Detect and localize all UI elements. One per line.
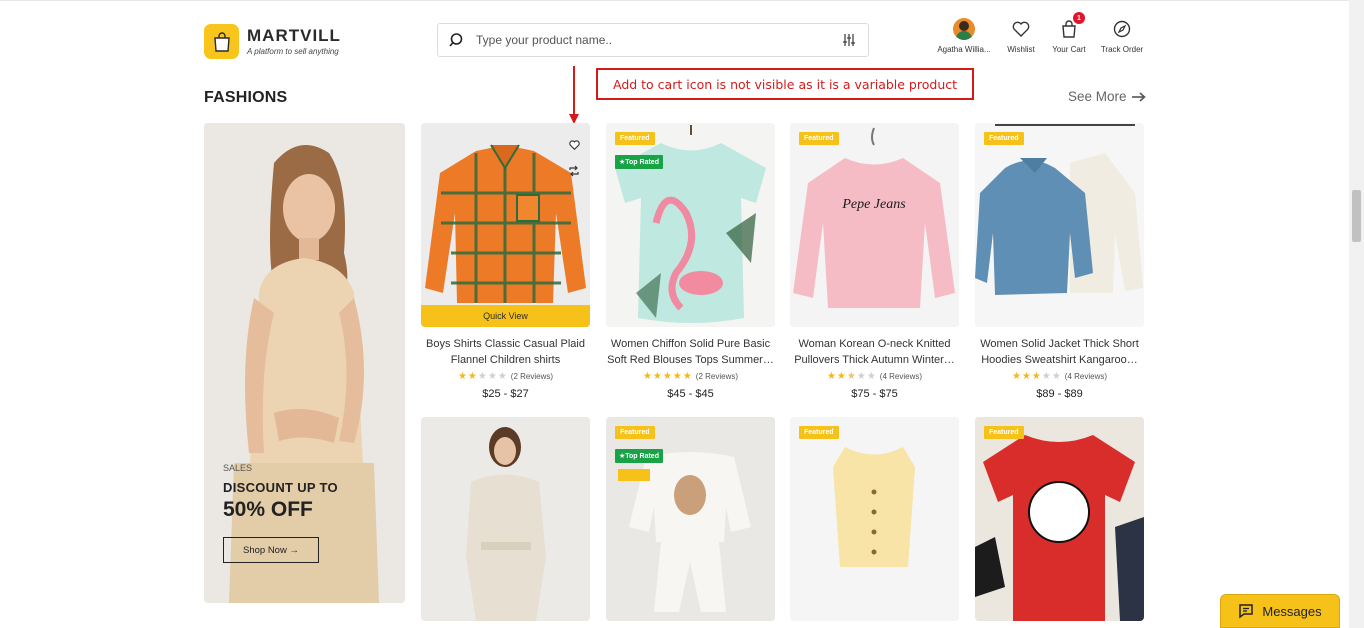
- banner-sales-label: SALES: [223, 463, 253, 473]
- product-card[interactable]: Featured: [790, 417, 959, 621]
- star-rating-icon: ★★★★★: [826, 371, 877, 382]
- track-order-label: Track Order: [1100, 45, 1144, 54]
- featured-badge: Featured: [799, 132, 839, 145]
- arrow-right-icon: [1131, 91, 1146, 102]
- review-count: (2 Reviews): [510, 372, 554, 381]
- search-icon[interactable]: [448, 32, 464, 48]
- product-card[interactable]: Featured ★Top Rated Women Chiffon Solid …: [606, 123, 775, 400]
- product-price: $75 - $75: [851, 388, 898, 400]
- user-account-button[interactable]: Agatha Willia...: [930, 18, 998, 54]
- featured-badge: Featured: [615, 132, 655, 145]
- filter-sliders-icon[interactable]: [842, 33, 856, 47]
- product-image[interactable]: [421, 417, 590, 621]
- product-price: $89 - $89: [1036, 388, 1083, 400]
- search-bar[interactable]: [437, 23, 869, 57]
- product-price: $25 - $27: [482, 388, 529, 400]
- product-name[interactable]: Boys Shirts Classic Casual Plaid Flannel…: [421, 336, 590, 368]
- quick-view-button[interactable]: Quick View: [421, 305, 590, 327]
- compare-icon[interactable]: [567, 164, 581, 178]
- brand-tagline: A platform to sell anything: [247, 47, 339, 56]
- product-image[interactable]: Featured: [975, 123, 1144, 327]
- product-rating: ★★★★★ (2 Reviews): [606, 371, 775, 382]
- product-rating: ★★★★★ (4 Reviews): [975, 371, 1144, 382]
- product-name[interactable]: Woman Korean O-neck Knitted Pullovers Th…: [790, 336, 959, 368]
- shopping-bag-icon: [204, 24, 239, 59]
- product-image[interactable]: Featured ★Top Rated: [606, 417, 775, 621]
- cart-count-badge: 1: [1073, 12, 1085, 24]
- featured-badge: Featured: [615, 426, 655, 439]
- brand-name: MARTVILL: [247, 26, 341, 45]
- banner-discount-text: DISCOUNT UP TO: [223, 480, 338, 495]
- yellow-vest-image: [790, 417, 959, 621]
- review-count: (4 Reviews): [1064, 372, 1108, 381]
- review-count: (2 Reviews): [695, 372, 739, 381]
- promo-banner[interactable]: SALES DISCOUNT UP TO 50% OFF Shop Now →: [204, 123, 405, 603]
- annotation-callout: Add to cart icon is not visible as it is…: [596, 68, 974, 100]
- search-input[interactable]: [476, 33, 836, 47]
- star-rating-icon: ★★★★★: [1011, 371, 1062, 382]
- product-name[interactable]: Women Chiffon Solid Pure Basic Soft Red …: [606, 336, 775, 368]
- pink-sweatshirt-image: Pepe Jeans: [790, 123, 959, 327]
- compass-icon: [1113, 20, 1131, 38]
- product-rating: ★★★★★ (4 Reviews): [790, 371, 959, 382]
- plaid-shirt-image: [421, 123, 590, 327]
- track-order-button[interactable]: Track Order: [1099, 18, 1145, 54]
- wishlist-button[interactable]: Wishlist: [1003, 18, 1039, 54]
- kids-bear-set-image: [606, 417, 775, 621]
- wishlist-label: Wishlist: [1007, 45, 1035, 54]
- top-rated-badge: ★Top Rated: [615, 155, 663, 169]
- brand-logo[interactable]: MARTVILL A platform to sell anything: [204, 24, 341, 59]
- product-image[interactable]: Featured ★Top Rated: [606, 123, 775, 327]
- chat-icon: [1239, 604, 1254, 619]
- product-card[interactable]: Featured Women Solid Jacket Thick Short …: [975, 123, 1144, 400]
- heart-icon: [1012, 21, 1030, 37]
- wishlist-heart-icon[interactable]: [567, 138, 581, 152]
- product-price: $45 - $45: [667, 388, 714, 400]
- star-rating-icon: ★★★★★: [642, 371, 693, 382]
- product-name[interactable]: Women Solid Jacket Thick Short Hoodies S…: [975, 336, 1144, 368]
- product-card[interactable]: Quick View Boys Shirts Classic Casual Pl…: [421, 123, 590, 400]
- product-image[interactable]: Featured: [790, 417, 959, 621]
- messages-button[interactable]: Messages: [1220, 594, 1340, 628]
- product-image[interactable]: Quick View: [421, 123, 590, 327]
- cart-button[interactable]: 1 Your Cart: [1050, 12, 1088, 54]
- review-count: (4 Reviews): [879, 372, 923, 381]
- header-actions: Agatha Willia... Wishlist 1 Your Cart Tr…: [930, 12, 1145, 58]
- featured-badge: Featured: [799, 426, 839, 439]
- user-name-label: Agatha Willia...: [937, 45, 991, 54]
- product-image[interactable]: Pepe Jeans Featured: [790, 123, 959, 327]
- see-more-label: See More: [1068, 89, 1127, 104]
- annotation-arrow-icon: [569, 66, 579, 124]
- section-title: FASHIONS: [204, 89, 288, 106]
- page-scrollbar[interactable]: [1349, 0, 1364, 628]
- beige-outfit-image: [421, 417, 590, 621]
- fleece-jacket-image: [975, 123, 1144, 327]
- featured-badge: Featured: [984, 132, 1024, 145]
- product-card[interactable]: Pepe Jeans Featured Woman Korean O-neck …: [790, 123, 959, 400]
- model-photo: [204, 123, 405, 603]
- product-card[interactable]: Featured ★Top Rated: [606, 417, 775, 621]
- shop-now-button[interactable]: Shop Now →: [223, 537, 319, 563]
- top-border: [0, 0, 1349, 4]
- svg-text:Pepe Jeans: Pepe Jeans: [841, 197, 906, 212]
- see-more-link[interactable]: See More: [1068, 89, 1146, 104]
- flamingo-tshirt-image: [606, 123, 775, 327]
- featured-badge: Featured: [984, 426, 1024, 439]
- top-rated-badge: ★Top Rated: [615, 449, 663, 463]
- red-graphic-tshirt-image: [975, 417, 1144, 621]
- scrollbar-thumb[interactable]: [1352, 190, 1361, 242]
- star-rating-icon: ★★★★★: [457, 371, 508, 382]
- product-card[interactable]: Featured: [975, 417, 1144, 621]
- messages-label: Messages: [1262, 603, 1322, 619]
- product-rating: ★★★★★ (2 Reviews): [421, 371, 590, 382]
- banner-discount-value: 50% OFF: [223, 498, 313, 521]
- avatar: [953, 18, 975, 40]
- cart-label: Your Cart: [1052, 45, 1086, 54]
- product-card[interactable]: [421, 417, 590, 621]
- product-image[interactable]: Featured: [975, 417, 1144, 621]
